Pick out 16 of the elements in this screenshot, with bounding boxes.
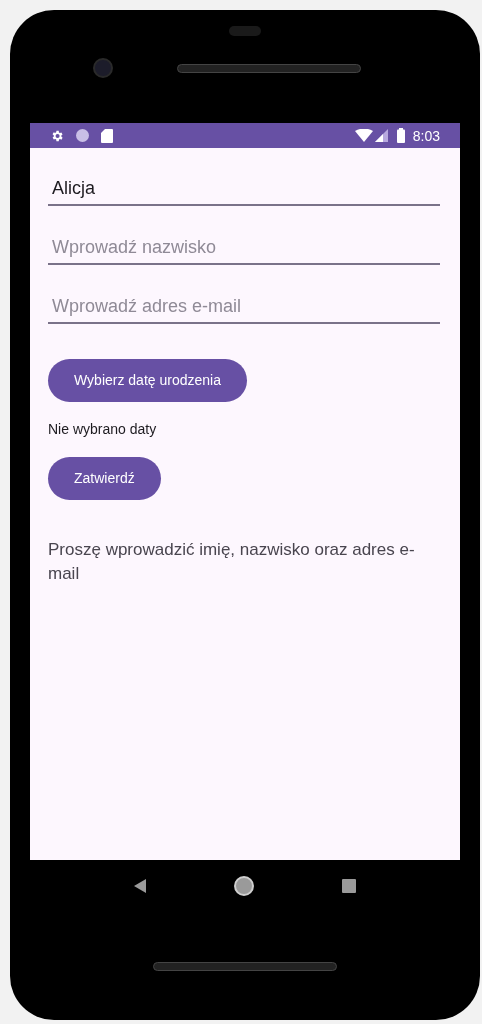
back-icon[interactable] [134, 879, 146, 893]
date-picker-button[interactable]: Wybierz datę urodzenia [48, 359, 247, 402]
settings-icon [50, 128, 64, 143]
status-time: 8:03 [412, 128, 440, 143]
camera-icon [93, 58, 113, 78]
text-field[interactable]: Wprowadź nazwisko [48, 231, 440, 265]
battery-icon [396, 128, 405, 143]
home-icon[interactable] [234, 876, 254, 896]
validation-message: Proszę wprowadzić imię, nazwisko oraz adres e-mail [48, 539, 416, 585]
earpiece [229, 26, 261, 36]
signal-icon [374, 129, 388, 142]
text-field[interactable]: Wprowadź adres e-mail [48, 290, 440, 324]
sd-card-icon [101, 128, 113, 143]
date-status-text: Nie wybrano daty [48, 420, 158, 439]
submit-button[interactable]: Zatwierdź [48, 457, 161, 500]
text-field[interactable]: Alicja [48, 172, 440, 206]
